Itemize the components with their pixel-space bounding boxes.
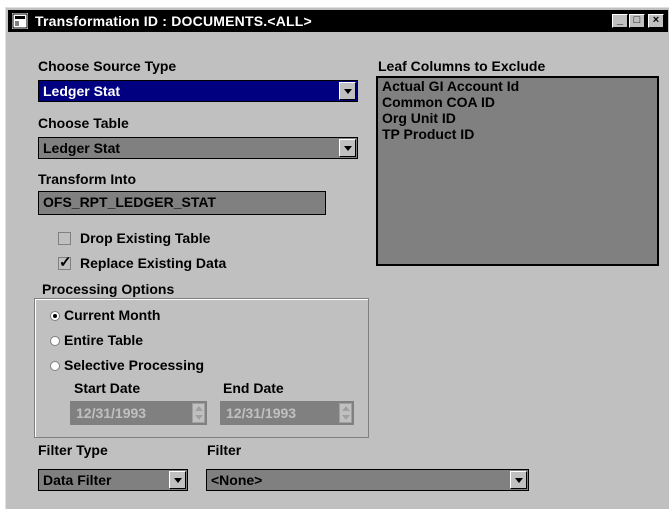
start-date-value: 12/31/1993 <box>76 405 147 421</box>
chevron-down-icon[interactable] <box>339 82 356 100</box>
filter-type-label: Filter Type <box>38 442 108 458</box>
drop-existing-checkbox[interactable] <box>58 232 71 245</box>
maximize-button[interactable]: □ <box>629 14 645 28</box>
source-type-label: Choose Source Type <box>38 58 177 74</box>
transform-into-field[interactable]: OFS_RPT_LEDGER_STAT <box>38 191 326 215</box>
chevron-down-icon[interactable] <box>169 471 186 489</box>
chevron-down-icon[interactable] <box>339 139 356 157</box>
transform-into-value: OFS_RPT_LEDGER_STAT <box>43 194 216 210</box>
entire-table-radio[interactable] <box>50 336 60 346</box>
close-button[interactable]: × <box>648 14 664 28</box>
drop-existing-label: Drop Existing Table <box>80 230 211 246</box>
replace-existing-checkbox[interactable] <box>58 253 72 271</box>
leaf-columns-list[interactable]: Actual GI Account Id Common COA ID Org U… <box>376 76 659 266</box>
leaf-columns-label: Leaf Columns to Exclude <box>378 58 546 74</box>
filter-type-value: Data Filter <box>43 472 112 488</box>
minimize-icon: _ <box>616 14 624 26</box>
selective-processing-label: Selective Processing <box>64 357 205 373</box>
filter-type-select[interactable]: Data Filter <box>38 469 188 491</box>
app-icon[interactable] <box>12 13 28 29</box>
transform-into-label: Transform Into <box>38 171 137 187</box>
minimize-button[interactable]: _ <box>612 14 628 28</box>
processing-options-label: Processing Options <box>40 281 177 297</box>
list-item[interactable]: TP Product ID <box>378 126 657 142</box>
close-icon: × <box>652 14 660 26</box>
table-label: Choose Table <box>38 115 129 131</box>
selective-processing-radio[interactable] <box>50 361 60 371</box>
window-title: Transformation ID : DOCUMENTS.<ALL> <box>35 13 312 29</box>
source-type-select[interactable]: Ledger Stat <box>38 80 358 102</box>
list-item[interactable]: Actual GI Account Id <box>378 78 657 94</box>
end-date-label: End Date <box>223 380 284 396</box>
chevron-down-icon[interactable] <box>510 471 527 489</box>
filter-label: Filter <box>207 442 242 458</box>
spinner-icon[interactable] <box>192 403 205 423</box>
spinner-icon[interactable] <box>339 403 352 423</box>
end-date-field[interactable]: 12/31/1993 <box>220 401 354 425</box>
start-date-field[interactable]: 12/31/1993 <box>70 401 207 425</box>
end-date-value: 12/31/1993 <box>226 405 297 421</box>
maximize-icon: □ <box>633 14 641 26</box>
filter-select[interactable]: <None> <box>206 469 529 491</box>
entire-table-label: Entire Table <box>64 332 144 348</box>
filter-value: <None> <box>211 472 263 488</box>
table-value: Ledger Stat <box>43 140 121 156</box>
start-date-label: Start Date <box>74 380 141 396</box>
current-month-label: Current Month <box>64 307 161 323</box>
transformation-window: Transformation ID : DOCUMENTS.<ALL> _ □ … <box>5 7 669 509</box>
title-bar[interactable]: Transformation ID : DOCUMENTS.<ALL> _ □ … <box>8 10 668 32</box>
table-select[interactable]: Ledger Stat <box>38 137 358 159</box>
list-item[interactable]: Common COA ID <box>378 94 657 110</box>
source-type-value: Ledger Stat <box>43 83 121 99</box>
replace-existing-label: Replace Existing Data <box>80 255 227 271</box>
current-month-radio[interactable] <box>50 311 60 321</box>
list-item[interactable]: Org Unit ID <box>378 110 657 126</box>
